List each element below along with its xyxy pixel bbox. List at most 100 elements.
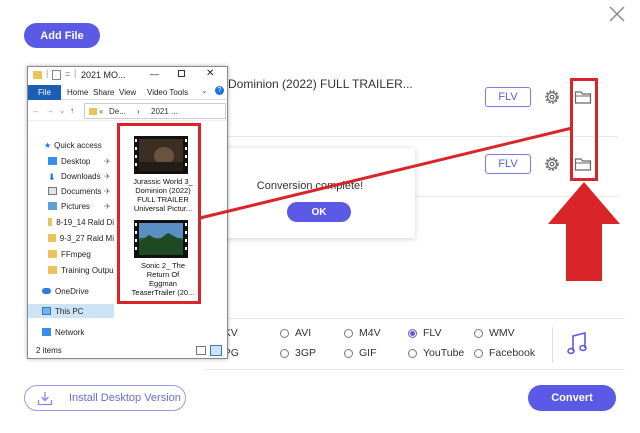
tab-view[interactable]: View [116,85,139,100]
network-icon [42,328,51,336]
nav-downloads[interactable]: ⬇ Downloads ✈ [28,169,114,183]
nav-folder[interactable]: FFmpeg [28,247,114,261]
radio-icon [344,328,353,338]
nav-pictures[interactable]: Pictures ✈ [28,199,114,213]
nav-folder[interactable]: 9-3_27 Rald Mi [28,231,114,245]
properties-icon[interactable] [52,70,61,80]
folder-icon [48,266,57,274]
nav-folder[interactable]: 8-19_14 Rald Di [28,215,114,229]
format-option-avi[interactable]: AVI [280,327,311,339]
explorer-ribbon: File Home Share View Video Tools ⌄ ? [28,85,227,100]
gear-icon[interactable] [543,88,561,106]
audio-tab-icon[interactable] [566,331,588,357]
convert-button[interactable]: Convert [528,385,616,411]
folder-icon [48,234,56,242]
gear-icon[interactable] [543,155,561,173]
nav-label: Documents [61,186,102,196]
pin-icon: ✈ [104,201,111,211]
radio-icon [474,328,483,338]
ok-button[interactable]: OK [287,202,351,222]
format-label: AVI [295,327,312,339]
conversion-message: Conversion complete! [256,180,364,192]
nav-label: This PC [55,306,84,316]
quick-access-toolbar-icon[interactable]: = [65,69,70,79]
nav-label: FFmpeg [61,249,91,259]
back-arrow-icon[interactable]: ← [32,106,40,115]
nav-label: Network [55,327,85,337]
nav-folder[interactable]: Training Outpu [28,263,114,277]
chevron-down-icon[interactable]: ⌄ [201,86,208,95]
format-label: Facebook [489,347,536,359]
pin-icon: ✈ [104,186,111,196]
nav-label: Training Outpu [61,265,114,275]
nav-onedrive[interactable]: OneDrive [28,284,114,298]
add-file-button[interactable]: Add File [24,23,100,48]
breadcrumb[interactable]: De... [109,107,126,116]
format-option-m4v[interactable]: M4V [344,327,381,339]
format-option-gif[interactable]: GIF [344,347,377,359]
cloud-icon [42,288,51,294]
thumbnails-view-icon[interactable] [210,345,222,356]
nav-label: 9-3_27 Rald Mi [59,233,114,243]
item-count: 2 items [36,346,62,355]
tab-home[interactable]: Home [64,85,91,100]
nav-label: Quick access [54,140,102,150]
window-title: 2021 MO... [81,70,126,80]
radio-icon [280,328,289,338]
up-arrow-icon[interactable]: ↑ [70,106,74,115]
folder-icon [89,108,97,115]
format-option-wmv[interactable]: WMV [474,327,515,339]
minimize-icon[interactable]: — [150,69,159,79]
radio-icon [344,348,353,358]
maximize-icon[interactable] [178,70,185,77]
conversion-dialog: Conversion complete! OK [205,148,415,238]
panel-divider [552,327,553,363]
pc-icon [42,307,51,315]
nav-network[interactable]: Network [28,325,114,339]
output-format-button-2[interactable]: FLV [485,154,531,174]
row-divider [228,136,618,137]
annotation-box-files [117,123,201,304]
nav-desktop[interactable]: Desktop ✈ [28,154,114,168]
pictures-icon [48,202,57,210]
close-icon[interactable]: ✕ [206,68,214,79]
format-label: 3GP [295,347,317,359]
format-panel: MKV AVI M4V FLV WMV MPG 3GP GIF YouTube … [205,318,625,370]
radio-icon [408,348,417,358]
download-icon: ⬇ [48,172,56,182]
nav-documents[interactable]: Documents ✈ [28,184,114,198]
overflow-chevron-icon[interactable]: « [99,107,103,116]
nav-quick-access[interactable]: ★ Quick access [28,138,114,152]
format-option-3gp[interactable]: 3GP [280,347,316,359]
install-label: Install Desktop Version [69,392,181,404]
address-field[interactable]: « De... › 2021 ... [84,103,226,119]
explorer-titlebar: | = | 2021 MO... — ✕ [28,67,227,85]
details-view-icon[interactable] [196,346,206,355]
format-option-facebook[interactable]: Facebook [474,347,535,359]
nav-label: OneDrive [55,286,89,296]
forward-arrow-icon[interactable]: → [46,106,54,115]
output-format-button-1[interactable]: FLV [485,87,531,107]
format-label: M4V [359,327,381,339]
close-icon[interactable] [608,5,626,23]
help-icon[interactable]: ? [215,86,224,95]
breadcrumb[interactable]: 2021 ... [151,107,178,116]
documents-icon [48,187,57,195]
install-desktop-button[interactable]: Install Desktop Version [24,385,186,411]
format-label: FLV [423,327,442,339]
explorer-status-bar: 2 items [28,343,227,358]
radio-icon [280,348,289,358]
format-option-flv[interactable]: FLV [408,327,441,339]
explorer-address-bar: ← → ⌄ ↑ « De... › 2021 ... [28,101,227,121]
nav-this-pc[interactable]: This PC [28,304,114,318]
download-icon [37,392,53,406]
format-option-youtube[interactable]: YouTube [408,347,464,359]
nav-label: Pictures [61,201,90,211]
format-label: WMV [489,327,515,339]
tab-file[interactable]: File [28,85,61,100]
tab-share[interactable]: Share [90,85,117,100]
format-label: GIF [359,347,377,359]
chevron-down-icon[interactable]: ⌄ [59,106,66,115]
nav-label: Desktop [61,156,91,166]
tab-video-tools[interactable]: Video Tools [144,85,191,100]
